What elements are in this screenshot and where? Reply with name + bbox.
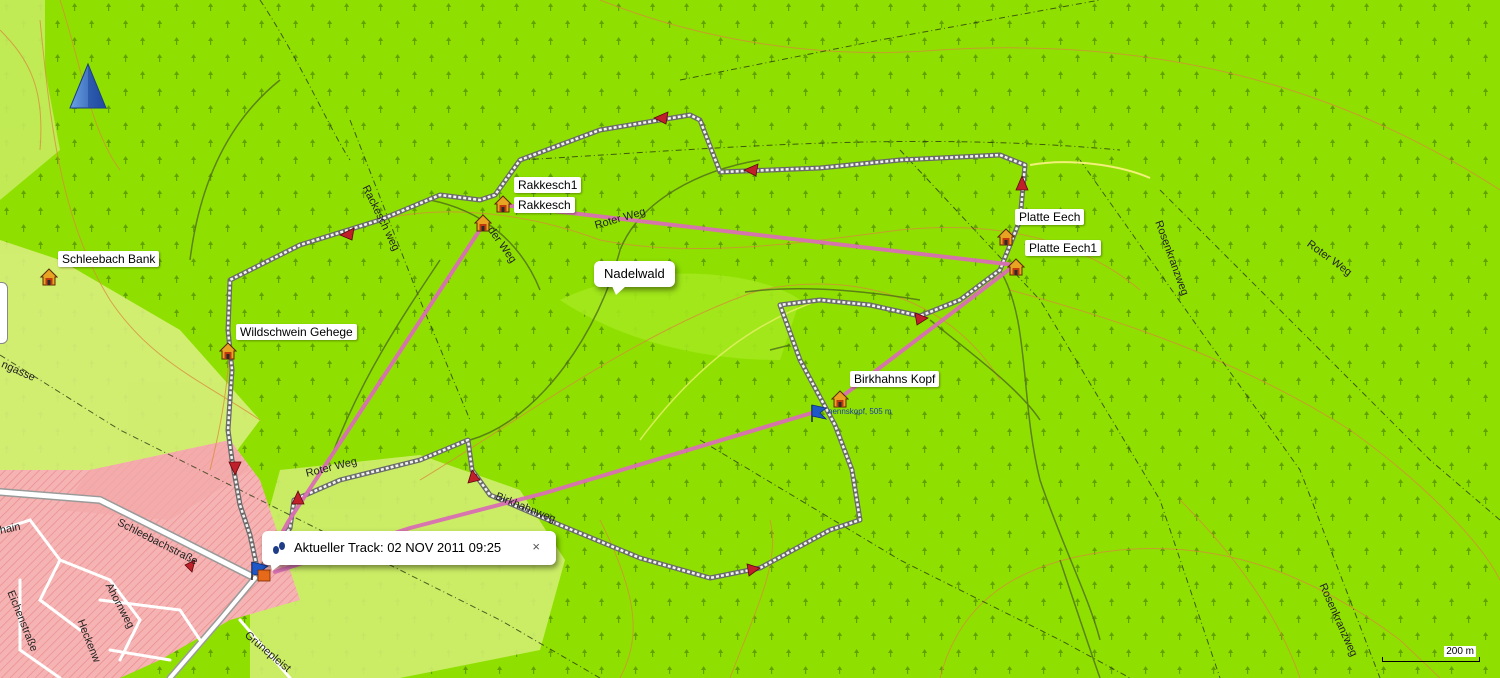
area-label-callout[interactable]: Nadelwald (594, 261, 675, 287)
poi-label-rakkesch1[interactable]: Rakkesch1 (514, 177, 582, 193)
area-label: Nadelwald (604, 266, 665, 281)
side-panel-handle[interactable] (0, 282, 8, 344)
house-poi-icon[interactable] (40, 268, 58, 286)
poi-label-schleebach-bank[interactable]: Schleebach Bank (58, 251, 160, 267)
scale-label: 200 m (1444, 646, 1476, 657)
house-poi-icon[interactable] (997, 228, 1015, 246)
callout-pointer (270, 562, 284, 571)
poi-label-wildschwein-gehege[interactable]: Wildschwein Gehege (236, 324, 357, 340)
track-info-text: Aktueller Track: 02 NOV 2011 09:25 (294, 540, 502, 555)
house-poi-icon[interactable] (494, 195, 512, 213)
close-icon[interactable]: × (532, 539, 540, 554)
callout-pointer (612, 286, 626, 295)
summit-label: nennskopf, 505 m (828, 407, 892, 416)
scale-bar-line (1382, 657, 1480, 662)
poi-label-platte-eech1[interactable]: Platte Eech1 (1025, 240, 1102, 256)
house-poi-icon[interactable] (219, 342, 237, 360)
track-info-callout[interactable]: Aktueller Track: 02 NOV 2011 09:25 × (262, 531, 556, 565)
footprints-icon (273, 542, 285, 554)
house-poi-icon[interactable] (1007, 258, 1025, 276)
house-poi-icon[interactable] (831, 390, 849, 408)
poi-label-birkhahns-kopf[interactable]: Birkhahns Kopf (850, 371, 940, 387)
poi-label-rakkesch[interactable]: Rakkesch (514, 197, 575, 213)
scale-bar: 200 m (1382, 646, 1480, 664)
map-canvas[interactable] (0, 0, 1500, 678)
poi-label-platte-eech[interactable]: Platte Eech (1015, 209, 1085, 225)
